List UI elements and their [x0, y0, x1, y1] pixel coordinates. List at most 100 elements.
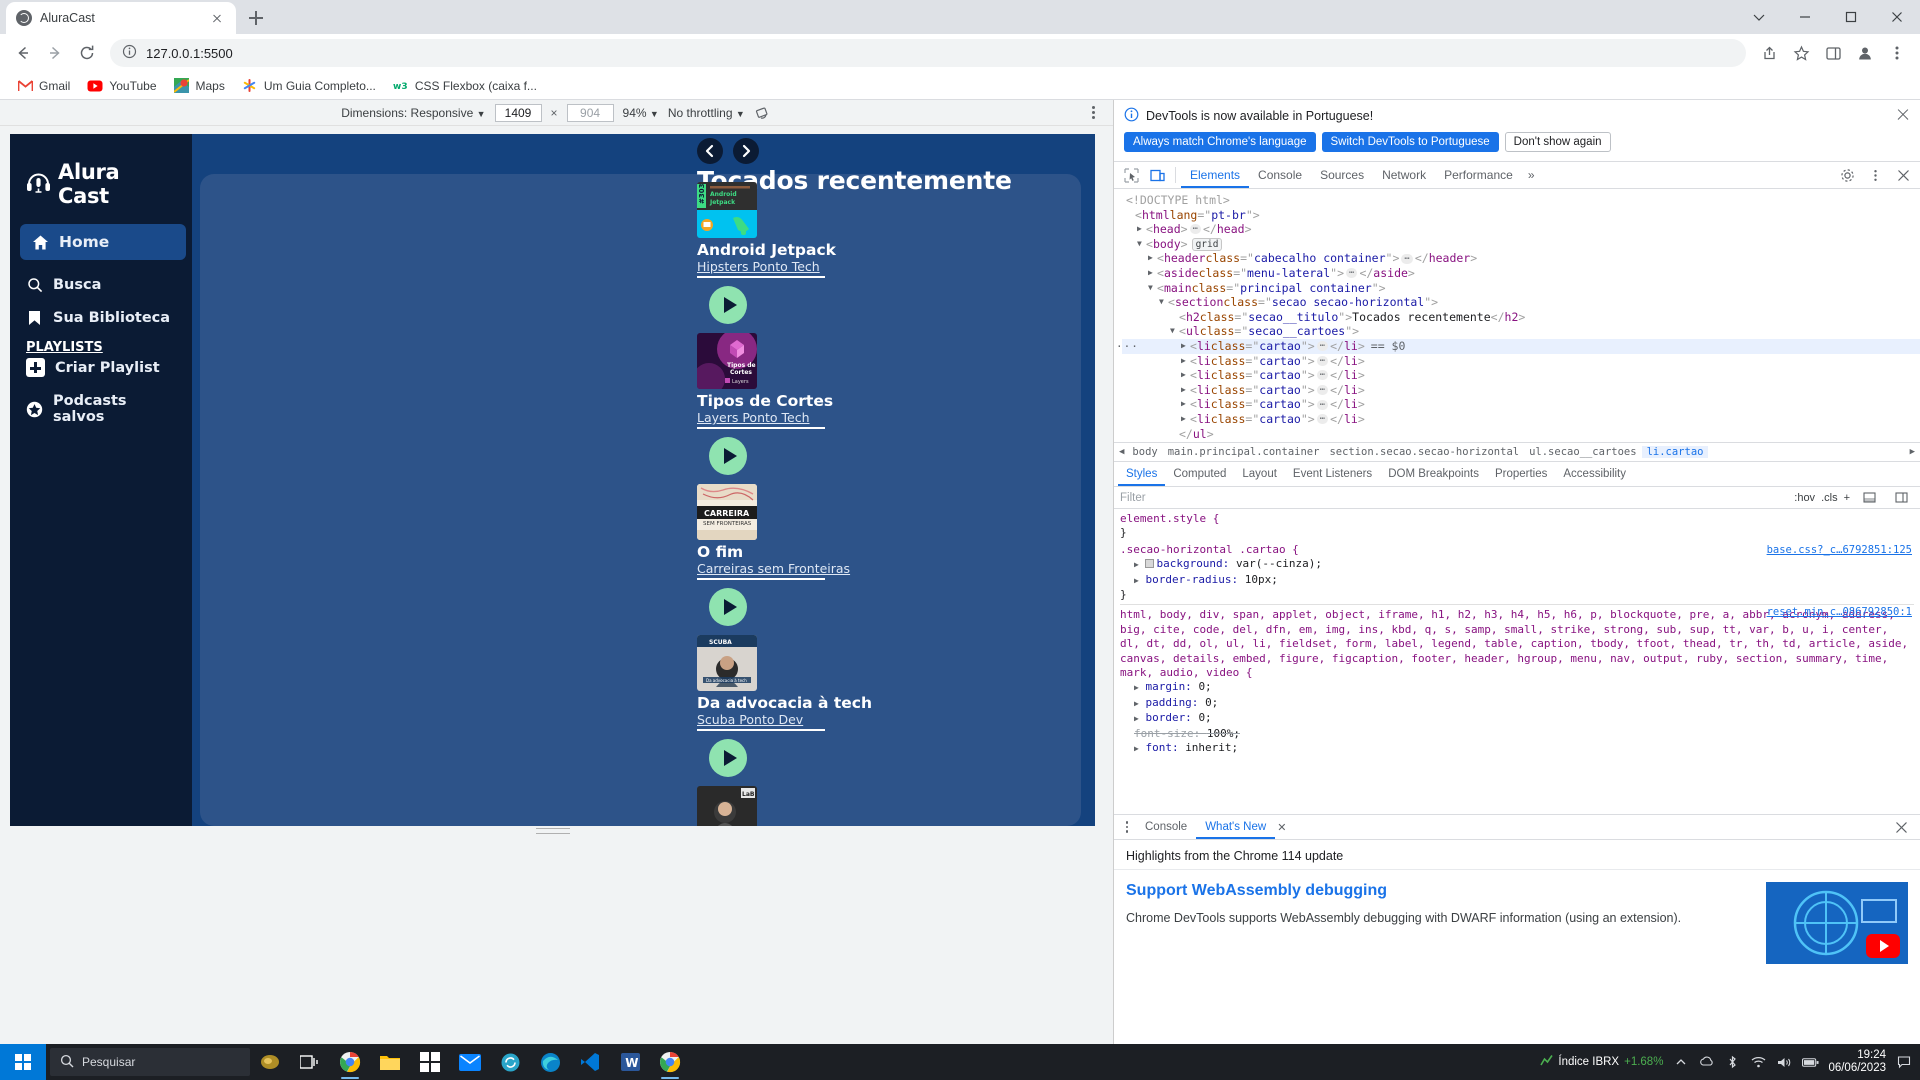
dom-tree-row[interactable]: ▼ < ul class =" secao__cartoes " >	[1122, 324, 1920, 339]
profile-icon[interactable]	[1850, 38, 1880, 68]
onedrive-icon[interactable]	[1698, 1054, 1715, 1071]
css-declaration[interactable]: ▶ border: 0;	[1120, 711, 1914, 726]
tab-event-listeners[interactable]: Event Listeners	[1285, 462, 1380, 486]
podcast-card[interactable]: #303 Android Jetpack Android Jetpack Hip…	[697, 182, 836, 324]
play-icon[interactable]	[709, 437, 747, 475]
whats-new-video-thumbnail[interactable]	[1766, 882, 1908, 964]
dom-tree-row[interactable]: ▼ < body > grid	[1122, 237, 1920, 252]
stock-ticker[interactable]: Índice IBRX +1.68%	[1540, 1054, 1663, 1070]
dom-tree-row[interactable]: </ul >	[1122, 427, 1920, 442]
tab-console[interactable]: Console	[1249, 162, 1311, 188]
device-toolbar-icon[interactable]	[1144, 163, 1170, 187]
dom-tree-row[interactable]: ▶ < li class =" cartao " > ⋯ </li >	[1122, 412, 1920, 427]
more-tabs-icon[interactable]: »	[1522, 168, 1541, 182]
tab-accessibility[interactable]: Accessibility	[1555, 462, 1634, 486]
battery-icon[interactable]	[1802, 1054, 1819, 1071]
dom-tree-row[interactable]: ▶ < li class =" cartao " > ⋯ </li >	[1122, 354, 1920, 369]
share-icon[interactable]	[1754, 38, 1784, 68]
forward-arrow-icon[interactable]	[40, 38, 70, 68]
css-source-link[interactable]: reset.min.c…086792850:1	[1767, 605, 1912, 619]
dimensions-dropdown[interactable]: Dimensions: Responsive ▼	[341, 106, 485, 120]
styles-rules-pane[interactable]: element.style {} base.css?_c…6792851:125.…	[1114, 509, 1920, 814]
breadcrumb-scroll-right-icon[interactable]: ▶	[1907, 447, 1918, 457]
cortana-icon[interactable]	[250, 1044, 290, 1080]
dom-tree-row[interactable]: ▶ < li class =" cartao " > ⋯ </li >	[1122, 383, 1920, 398]
file-explorer-icon[interactable]	[370, 1044, 410, 1080]
play-icon[interactable]	[709, 286, 747, 324]
close-devtools-icon[interactable]	[1890, 163, 1916, 187]
css-declaration[interactable]: ▶ margin: 0;	[1120, 680, 1914, 695]
new-tab-button[interactable]	[242, 4, 270, 32]
bluetooth-icon[interactable]	[1724, 1054, 1741, 1071]
css-declaration[interactable]: font-size: 100%;	[1120, 727, 1914, 741]
dom-tree-row[interactable]: ▶ < aside class =" menu-lateral " > ⋯ </aside >	[1122, 266, 1920, 281]
inspect-element-icon[interactable]	[1118, 163, 1144, 187]
drawer-tab-whats-new[interactable]: What's New	[1196, 815, 1276, 839]
reload-icon[interactable]	[72, 38, 102, 68]
microsoft-store-icon[interactable]	[410, 1044, 450, 1080]
clock[interactable]: 19:24 06/06/2023	[1828, 1049, 1886, 1075]
close-drawer-icon[interactable]	[1888, 815, 1914, 839]
breadcrumb-item[interactable]: li.cartao	[1641, 446, 1709, 458]
play-icon[interactable]	[709, 588, 747, 626]
dom-tree[interactable]: <!DOCTYPE html> < html lang =" pt-br " > ▶ < head…	[1114, 189, 1920, 442]
css-source-link[interactable]: base.css?_c…6792851:125	[1767, 543, 1912, 557]
viewport-resize-handle[interactable]	[10, 826, 1095, 835]
dom-tree-row[interactable]: ▶ < li class =" cartao " > ⋯ </li >	[1122, 368, 1920, 383]
tab-network[interactable]: Network	[1373, 162, 1435, 188]
breadcrumb-item[interactable]: ul.secao__cartoes	[1524, 446, 1641, 458]
sidebar-item-busca[interactable]: Busca	[10, 268, 192, 301]
settings-gear-icon[interactable]	[1834, 163, 1860, 187]
dom-tree-row[interactable]: < html lang =" pt-br " >	[1122, 208, 1920, 223]
dom-tree-row[interactable]: ▶ < li class =" cartao " > ⋯ </li > == $0	[1122, 338, 1920, 354]
breadcrumb-scroll-left-icon[interactable]: ◀	[1116, 447, 1127, 457]
notification-icon[interactable]	[1895, 1054, 1912, 1071]
dom-tree-row[interactable]: < h2 class =" secao__titulo " > Tocados recent…	[1122, 310, 1920, 325]
vscode-icon[interactable]	[570, 1044, 610, 1080]
windows-logo-icon[interactable]	[0, 1044, 46, 1080]
menu-icon[interactable]	[1882, 38, 1912, 68]
edge-icon[interactable]	[530, 1044, 570, 1080]
more-options-icon[interactable]	[1085, 105, 1101, 121]
tab-elements[interactable]: Elements	[1181, 162, 1250, 188]
dom-tree-row[interactable]: ▶ < head > ⋯ </head >	[1122, 222, 1920, 237]
css-rule-reset[interactable]: reset.min.c…086792850:1 html, body, div, …	[1120, 604, 1914, 756]
new-style-rule-button[interactable]: +	[1844, 492, 1850, 504]
tab-properties[interactable]: Properties	[1487, 462, 1555, 486]
tab-styles[interactable]: Styles	[1118, 462, 1166, 486]
dom-tree-row[interactable]: ▼ < main class =" principal container " >	[1122, 281, 1920, 296]
toggle-element-state-icon[interactable]	[1856, 486, 1882, 510]
tab-performance[interactable]: Performance	[1435, 162, 1522, 188]
chevron-left-icon[interactable]	[697, 138, 723, 164]
computed-sidebar-icon[interactable]	[1888, 486, 1914, 510]
sidepanel-icon[interactable]	[1818, 38, 1848, 68]
drawer-tab-console[interactable]: Console	[1136, 815, 1196, 839]
zoom-dropdown[interactable]: 94% ▼	[623, 106, 659, 120]
tab-dom-breakpoints[interactable]: DOM Breakpoints	[1380, 462, 1487, 486]
cls-toggle[interactable]: .cls	[1821, 492, 1838, 504]
whats-new-article-title[interactable]: Support WebAssembly debugging	[1126, 882, 1754, 900]
match-chrome-language-button[interactable]: Always match Chrome's language	[1124, 132, 1316, 152]
podcast-card[interactable]: Tipos de Cortes Layers Tipos de Cortes L…	[697, 333, 833, 475]
drawer-more-icon[interactable]	[1118, 821, 1136, 833]
css-rule[interactable]: element.style {}	[1120, 512, 1914, 541]
word-icon[interactable]: W	[610, 1044, 650, 1080]
throttling-dropdown[interactable]: No throttling ▼	[668, 106, 745, 120]
browser-tab[interactable]: AluraCast	[6, 2, 236, 34]
tab-computed[interactable]: Computed	[1165, 462, 1234, 486]
css-declaration[interactable]: ▶ font: inherit;	[1120, 741, 1914, 756]
bookmark-guia-completo[interactable]: Um Guia Completo...	[235, 75, 383, 97]
switch-to-portuguese-button[interactable]: Switch DevTools to Portuguese	[1321, 132, 1499, 152]
css-declaration[interactable]: ▶ border-radius: 10px;	[1120, 573, 1914, 588]
dom-tree-row[interactable]: ▶ < header class =" cabecalho container " > ⋯ </…	[1122, 251, 1920, 266]
maximize-icon[interactable]	[1828, 0, 1874, 34]
bookmark-youtube[interactable]: YouTube	[80, 75, 163, 97]
chevron-up-icon[interactable]	[1672, 1054, 1689, 1071]
dom-tree-row[interactable]: ▶ < li class =" cartao " > ⋯ </li >	[1122, 397, 1920, 412]
breadcrumb-item[interactable]: body	[1127, 446, 1162, 458]
chrome-active-icon[interactable]	[650, 1044, 690, 1080]
sidebar-item-podcasts-salvos[interactable]: Podcasts salvos	[10, 385, 192, 433]
sync-icon[interactable]	[490, 1044, 530, 1080]
sidebar-item-sua-biblioteca[interactable]: Sua Biblioteca	[10, 301, 192, 334]
bookmark-gmail[interactable]: Gmail	[10, 75, 77, 97]
